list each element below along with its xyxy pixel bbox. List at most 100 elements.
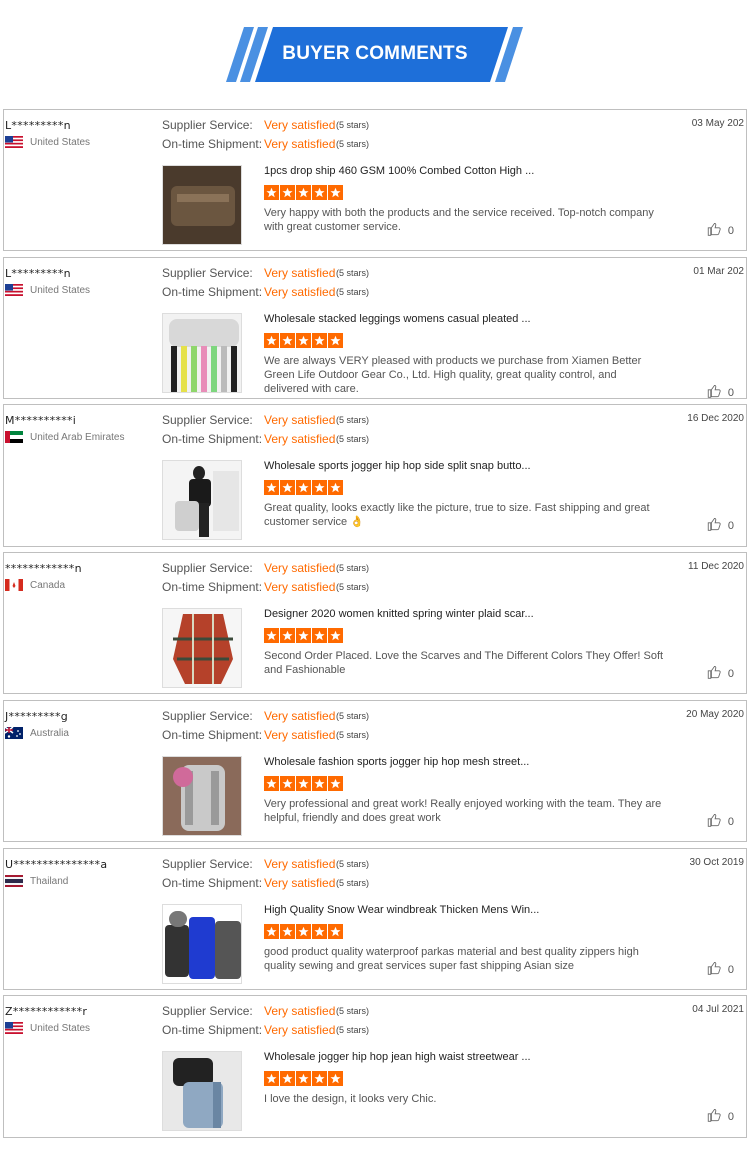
- supplier-service-stars: (5 stars): [336, 268, 370, 278]
- supplier-service-rating: Very satisfied: [264, 266, 336, 280]
- review-card: L*********n United States Supplier Servi…: [3, 109, 747, 251]
- helpful-count: 0: [727, 815, 734, 828]
- star-icon: [312, 185, 327, 200]
- supplier-service-rating: Very satisfied: [264, 857, 336, 871]
- helpful-button[interactable]: 0: [707, 961, 734, 978]
- star-icon: [280, 924, 295, 939]
- star-icon: [296, 628, 311, 643]
- product-thumbnail[interactable]: [162, 165, 242, 245]
- buyer-country: United Arab Emirates: [5, 431, 125, 443]
- star-icon: [328, 480, 343, 495]
- star-icon: [264, 924, 279, 939]
- star-icon: [264, 185, 279, 200]
- on-time-shipment-stars: (5 stars): [336, 582, 370, 592]
- helpful-button[interactable]: 0: [707, 665, 734, 682]
- flag-icon: [5, 727, 23, 739]
- review-date: 30 Oct 2019: [689, 857, 744, 868]
- supplier-service-rating: Very satisfied: [264, 413, 336, 427]
- supplier-service-label: Supplier Service:: [162, 857, 253, 871]
- helpful-button[interactable]: 0: [707, 222, 734, 239]
- helpful-count: 0: [727, 386, 734, 399]
- product-title-link[interactable]: 1pcs drop ship 460 GSM 100% Combed Cotto…: [264, 165, 534, 177]
- star-rating: [264, 1071, 343, 1086]
- product-thumbnail[interactable]: [162, 904, 242, 984]
- helpful-count: 0: [727, 519, 734, 532]
- product-title-link[interactable]: Wholesale jogger hip hop jean high waist…: [264, 1051, 531, 1063]
- helpful-count: 0: [727, 224, 734, 237]
- star-icon: [296, 480, 311, 495]
- on-time-shipment-rating: Very satisfied: [264, 580, 336, 594]
- review-date: 16 Dec 2020: [687, 413, 744, 424]
- star-icon: [328, 628, 343, 643]
- thumbs-up-icon: [707, 813, 722, 830]
- supplier-service-label: Supplier Service:: [162, 1004, 253, 1018]
- buyer-country: Thailand: [5, 875, 68, 887]
- country-name: United States: [30, 284, 91, 296]
- star-icon: [296, 333, 311, 348]
- on-time-shipment-label: On-time Shipment:: [162, 432, 263, 446]
- country-name: United Arab Emirates: [30, 431, 125, 443]
- review-comment: good product quality waterproof parkas m…: [264, 946, 639, 972]
- product-thumbnail[interactable]: [162, 460, 242, 540]
- supplier-service-stars: (5 stars): [336, 1006, 370, 1016]
- flag-icon: [5, 1022, 23, 1034]
- review-comment: Very happy with both the products and th…: [264, 207, 654, 233]
- review-date: 11 Dec 2020: [688, 561, 744, 572]
- helpful-button[interactable]: 0: [707, 517, 734, 534]
- flag-icon: [5, 431, 23, 443]
- thumbs-up-icon: [707, 517, 722, 534]
- buyer-name: J*********g: [5, 710, 69, 723]
- on-time-shipment-label: On-time Shipment:: [162, 1023, 263, 1037]
- star-icon: [296, 1071, 311, 1086]
- thumbs-up-icon: [707, 665, 722, 682]
- product-title-link[interactable]: Wholesale fashion sports jogger hip hop …: [264, 756, 529, 768]
- thumbs-up-icon: [707, 1108, 722, 1125]
- supplier-service-rating: Very satisfied: [264, 709, 336, 723]
- buyer-name: Z************r: [5, 1005, 88, 1018]
- star-icon: [280, 776, 295, 791]
- helpful-button[interactable]: 0: [707, 813, 734, 830]
- thumbs-up-icon: [707, 222, 722, 239]
- review-comment: Very professional and great work! Really…: [264, 798, 662, 824]
- buyer-name: M**********i: [5, 414, 77, 427]
- review-date: 03 May 202: [691, 118, 744, 129]
- product-thumbnail[interactable]: [162, 1051, 242, 1131]
- country-name: Canada: [30, 579, 66, 591]
- on-time-shipment-label: On-time Shipment:: [162, 285, 263, 299]
- supplier-service-rating: Very satisfied: [264, 1004, 336, 1018]
- helpful-count: 0: [727, 1110, 734, 1123]
- helpful-button[interactable]: 0: [707, 1108, 734, 1125]
- supplier-service-rating: Very satisfied: [264, 561, 336, 575]
- product-title-link[interactable]: Designer 2020 women knitted spring winte…: [264, 608, 534, 620]
- product-thumbnail[interactable]: [162, 313, 242, 393]
- product-title-link[interactable]: Wholesale sports jogger hip hop side spl…: [264, 460, 531, 472]
- review-comment: Second Order Placed. Love the Scarves an…: [264, 650, 664, 676]
- star-icon: [264, 776, 279, 791]
- supplier-service-stars: (5 stars): [336, 563, 370, 573]
- star-icon: [312, 333, 327, 348]
- star-icon: [296, 924, 311, 939]
- review-comment: Great quality, looks exactly like the pi…: [264, 502, 650, 528]
- star-rating: [264, 924, 343, 939]
- star-icon: [328, 776, 343, 791]
- star-icon: [264, 480, 279, 495]
- product-thumbnail[interactable]: [162, 756, 242, 836]
- star-icon: [328, 333, 343, 348]
- helpful-button[interactable]: 0: [707, 384, 734, 401]
- buyer-country: United States: [5, 136, 90, 148]
- star-icon: [280, 1071, 295, 1086]
- supplier-service-rating: Very satisfied: [264, 118, 336, 132]
- on-time-shipment-label: On-time Shipment:: [162, 580, 263, 594]
- flag-icon: [5, 579, 23, 591]
- product-thumbnail[interactable]: [162, 608, 242, 688]
- star-rating: [264, 333, 343, 348]
- on-time-shipment-rating: Very satisfied: [264, 1023, 336, 1037]
- buyer-country: United States: [5, 1022, 90, 1034]
- product-title-link[interactable]: Wholesale stacked leggings womens casual…: [264, 313, 531, 325]
- star-icon: [280, 480, 295, 495]
- thumbs-up-icon: [707, 961, 722, 978]
- on-time-shipment-rating: Very satisfied: [264, 728, 336, 742]
- flag-icon: [5, 136, 23, 148]
- star-icon: [280, 185, 295, 200]
- product-title-link[interactable]: High Quality Snow Wear windbreak Thicken…: [264, 904, 539, 916]
